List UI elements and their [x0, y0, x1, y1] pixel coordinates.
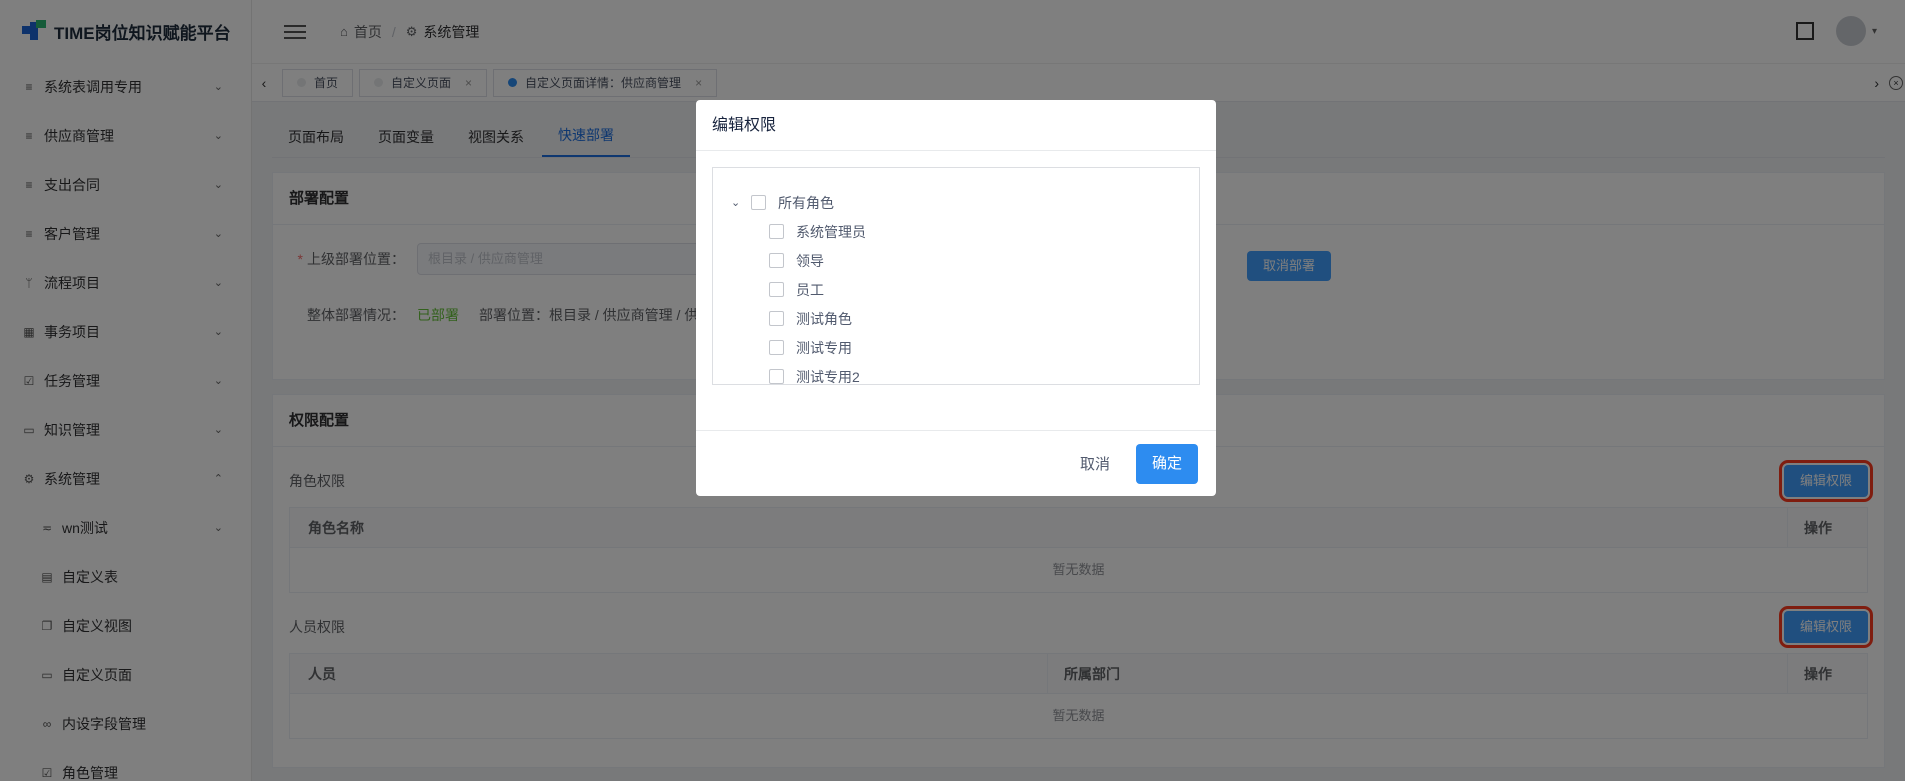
tree-node: 系统管理员 — [731, 217, 1199, 246]
tree-node: 测试专用2 — [731, 362, 1199, 391]
role-tree: ⌄ 所有角色 系统管理员领导员工测试角色测试专用测试专用2 — [712, 167, 1200, 385]
tree-node: 领导 — [731, 246, 1199, 275]
tree-node: 测试专用 — [731, 333, 1199, 362]
tree-node: 测试角色 — [731, 304, 1199, 333]
role-label: 员工 — [796, 281, 824, 298]
confirm-button[interactable]: 确定 — [1135, 443, 1198, 484]
role-checkbox[interactable] — [769, 369, 784, 384]
cancel-button[interactable]: 取消 — [1080, 453, 1110, 474]
role-label: 测试专用 — [796, 339, 852, 356]
role-checkbox[interactable] — [769, 340, 784, 355]
role-checkbox[interactable] — [769, 224, 784, 239]
role-checkbox[interactable] — [769, 282, 784, 297]
tree-node: 员工 — [731, 275, 1199, 304]
modal-footer: 取消 确定 — [696, 430, 1216, 496]
chevron-down-icon[interactable]: ⌄ — [731, 196, 745, 209]
root-checkbox[interactable] — [751, 195, 766, 210]
edit-permission-modal: 编辑权限 ⌄ 所有角色 系统管理员领导员工测试角色测试专用测试专用2 取消 确定 — [696, 100, 1216, 496]
role-label: 测试专用2 — [796, 368, 860, 385]
role-checkbox[interactable] — [769, 253, 784, 268]
tree-root: ⌄ 所有角色 — [731, 188, 1199, 217]
modal-title: 编辑权限 — [696, 100, 1216, 151]
role-label: 系统管理员 — [796, 223, 866, 240]
role-label: 领导 — [796, 252, 824, 269]
role-label: 测试角色 — [796, 310, 852, 327]
tree-root-label: 所有角色 — [778, 194, 834, 211]
role-checkbox[interactable] — [769, 311, 784, 326]
